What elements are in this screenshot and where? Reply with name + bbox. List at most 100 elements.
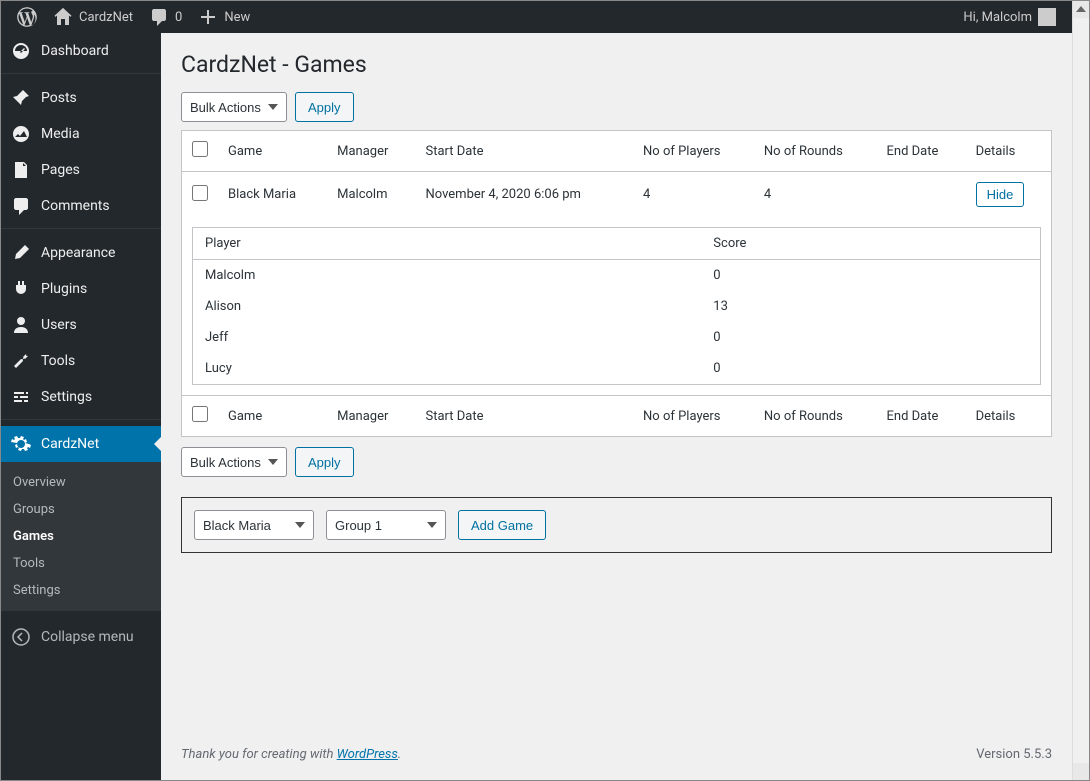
table-row: Black Maria Malcolm November 4, 2020 6:0… [182,172,1052,218]
sidebar-label: Posts [41,90,77,106]
pin-icon [11,88,31,108]
media-icon [11,124,31,144]
sidebar-item-users[interactable]: Users [1,307,161,343]
col-rounds: No of Rounds [754,131,877,172]
sidebar-item-tools[interactable]: Tools [1,343,161,379]
apply-button-top[interactable]: Apply [295,92,354,122]
hide-button[interactable]: Hide [976,182,1025,207]
new-content-link[interactable]: New [190,1,258,33]
bulk-actions-select-top[interactable]: Bulk Actions [181,92,287,122]
cell-player: Alison [193,291,702,322]
wordpress-link[interactable]: WordPress [337,747,398,762]
window-scrollbar[interactable] [1072,1,1089,780]
col-start-date: Start Date [415,396,633,437]
comments-count: 0 [175,10,182,25]
col-game: Game [218,131,327,172]
add-game-box: Black Maria Group 1 Add Game [181,497,1052,553]
main-content: CardzNet - Games Bulk Actions Apply Game… [161,33,1072,780]
submenu-tools[interactable]: Tools [1,550,161,577]
cell-manager: Malcolm [327,172,415,218]
comments-link[interactable]: 0 [141,1,190,33]
cell-end-date [877,172,966,218]
select-all-top[interactable] [192,141,208,157]
row-checkbox[interactable] [192,185,208,201]
submenu: Overview Groups Games Tools Settings [1,462,161,611]
sidebar-item-cardznet[interactable]: CardzNet [1,426,161,462]
scores-table: Player Score Malcolm0 Alison13 Jeff0 Lu [192,227,1041,385]
sliders-icon [11,387,31,407]
sidebar-label: Settings [41,389,92,405]
submenu-settings[interactable]: Settings [1,577,161,604]
col-rounds: No of Rounds [754,396,877,437]
sidebar-item-dashboard[interactable]: Dashboard [1,33,161,69]
add-game-button[interactable]: Add Game [458,510,546,540]
version-text: Version 5.5.3 [976,747,1052,762]
wp-logo[interactable] [9,1,45,33]
collapse-icon [11,627,31,647]
score-row: Jeff0 [193,322,1041,353]
col-score: Score [701,228,1040,260]
cell-rounds: 4 [754,172,877,218]
sidebar-item-comments[interactable]: Comments [1,188,161,224]
sidebar-label: Dashboard [41,43,109,59]
sidebar-label: Media [41,126,80,142]
col-players: No of Players [633,396,754,437]
game-type-select[interactable]: Black Maria [194,510,314,540]
footer-suffix: . [398,747,401,762]
footer-prefix: Thank you for creating with [181,747,337,762]
col-manager: Manager [327,131,415,172]
score-row: Alison13 [193,291,1041,322]
plus-icon [198,7,218,27]
bulk-actions-select-bottom[interactable]: Bulk Actions [181,447,287,477]
col-player: Player [193,228,702,260]
sidebar-label: Pages [41,162,80,178]
tablenav-bottom: Bulk Actions Apply [181,447,1052,477]
cell-score: 0 [701,260,1040,292]
sidebar-item-media[interactable]: Media [1,116,161,152]
sidebar-item-appearance[interactable]: Appearance [1,235,161,271]
footer: Thank you for creating with WordPress. V… [181,729,1052,780]
submenu-overview[interactable]: Overview [1,469,161,496]
cell-score: 0 [701,353,1040,385]
comment-icon [149,7,169,27]
home-icon [53,7,73,27]
col-details: Details [966,131,1052,172]
plug-icon [11,279,31,299]
wordpress-icon [17,7,37,27]
col-manager: Manager [327,396,415,437]
page-icon [11,160,31,180]
sidebar-item-posts[interactable]: Posts [1,80,161,116]
cell-score: 0 [701,322,1040,353]
cell-player: Jeff [193,322,702,353]
sidebar-item-plugins[interactable]: Plugins [1,271,161,307]
sidebar-item-settings[interactable]: Settings [1,379,161,415]
avatar [1038,8,1056,26]
cell-game: Black Maria [218,172,327,218]
score-row: Malcolm0 [193,260,1041,292]
my-account[interactable]: Hi, Malcolm [955,1,1064,33]
sidebar-label: Tools [41,353,75,369]
sidebar-item-pages[interactable]: Pages [1,152,161,188]
apply-button-bottom[interactable]: Apply [295,447,354,477]
collapse-label: Collapse menu [41,629,134,645]
select-all-bottom[interactable] [192,406,208,422]
admin-sidebar: Dashboard Posts Media Pages Comment [1,33,161,780]
col-end-date: End Date [877,396,966,437]
collapse-menu[interactable]: Collapse menu [1,619,161,655]
cell-score: 13 [701,291,1040,322]
greeting: Hi, Malcolm [963,10,1032,25]
games-table: Game Manager Start Date No of Players No… [181,130,1052,437]
user-icon [11,315,31,335]
cell-players: 4 [633,172,754,218]
submenu-groups[interactable]: Groups [1,496,161,523]
score-row: Lucy0 [193,353,1041,385]
submenu-games[interactable]: Games [1,523,161,550]
new-label: New [224,10,250,25]
sidebar-label: Users [41,317,77,333]
site-name-link[interactable]: CardzNet [45,1,141,33]
group-select[interactable]: Group 1 [326,510,446,540]
col-start-date: Start Date [415,131,633,172]
tablenav-top: Bulk Actions Apply [181,92,1052,122]
brush-icon [11,243,31,263]
site-name: CardzNet [79,10,133,25]
